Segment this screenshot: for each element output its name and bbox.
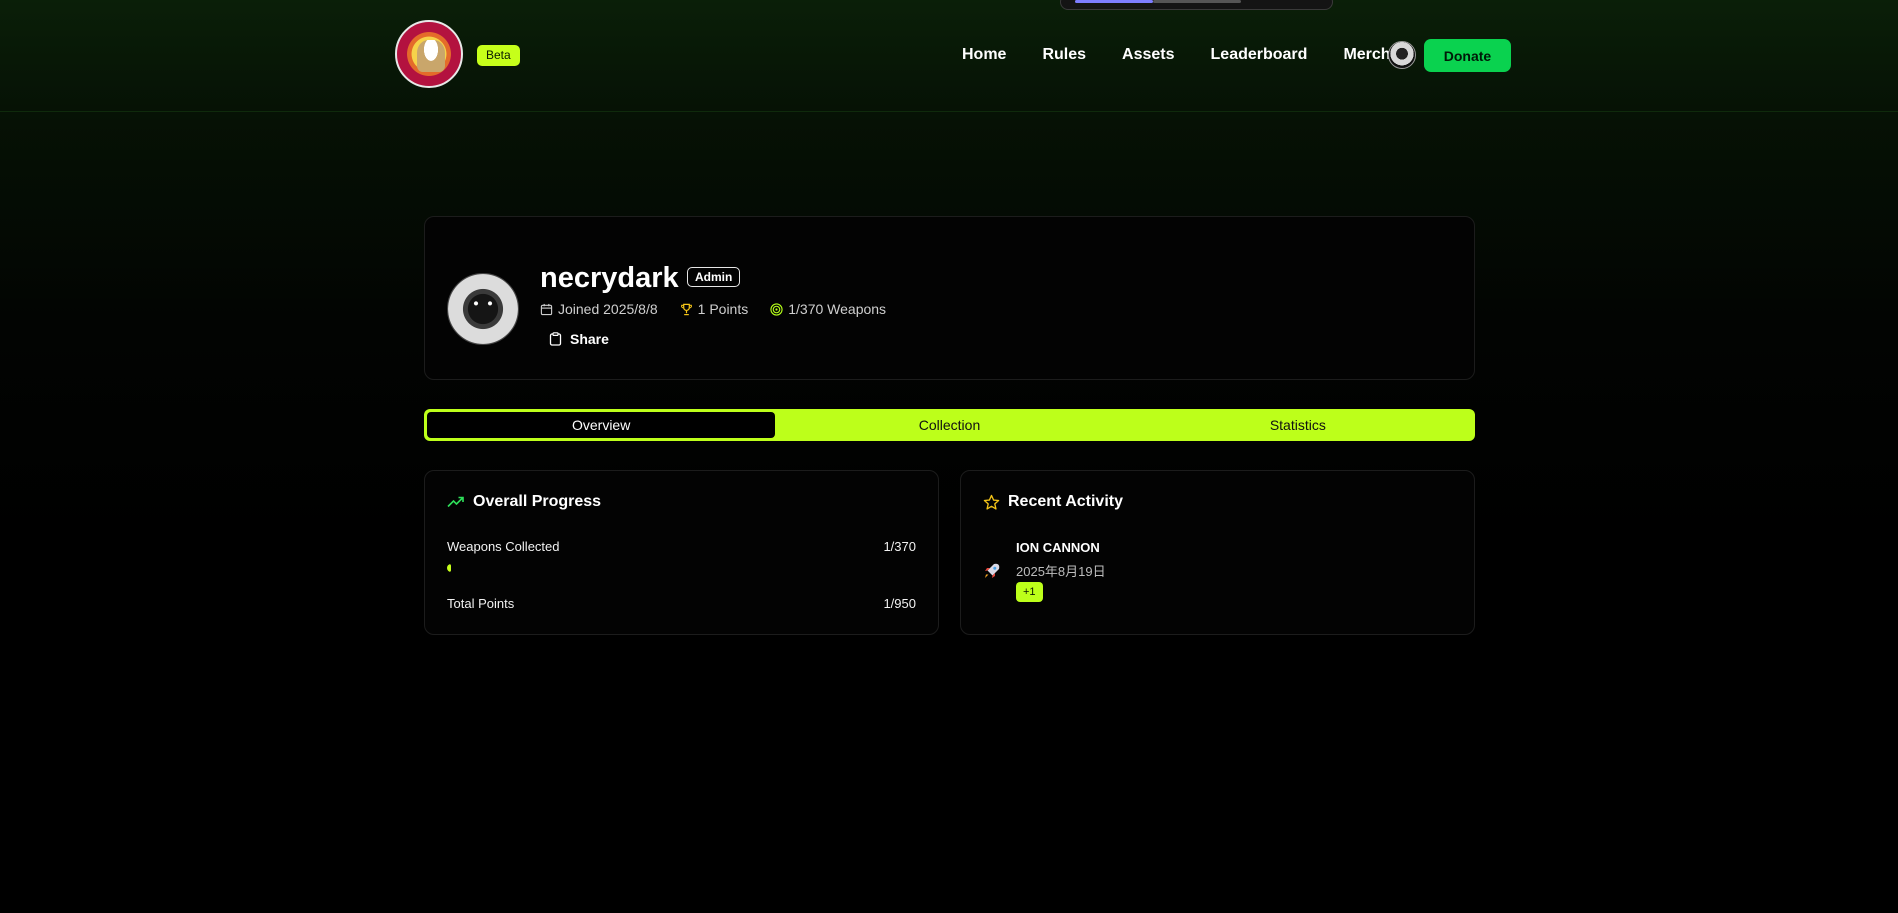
profile-tabs: Overview Collection Statistics: [424, 409, 1475, 441]
donate-button[interactable]: Donate: [1424, 39, 1511, 72]
role-badge: Admin: [687, 267, 741, 287]
activity-title: Recent Activity: [983, 493, 1123, 511]
nav-leaderboard[interactable]: Leaderboard: [1211, 44, 1308, 66]
tab-overview[interactable]: Overview: [427, 412, 776, 438]
username: necrydark: [540, 262, 679, 294]
calendar-icon: [540, 303, 553, 315]
nav-merch[interactable]: Merch: [1343, 44, 1390, 66]
target-icon: [770, 302, 783, 316]
weapons-collected-row: Weapons Collected 1/370: [447, 539, 916, 554]
beta-badge: Beta: [477, 45, 520, 66]
weapons-progress-bar: [447, 564, 917, 572]
tab-collection[interactable]: Collection: [775, 412, 1123, 438]
profile-card: necrydark Admin Joined 2025/8/8 1 Points…: [424, 216, 1475, 380]
weapons-collected-label: Weapons Collected: [447, 539, 560, 554]
nav-home[interactable]: Home: [962, 44, 1006, 66]
activity-title-text: Recent Activity: [1008, 493, 1123, 510]
tab-statistics[interactable]: Statistics: [1124, 412, 1472, 438]
clipboard-icon: [549, 332, 562, 346]
profile-meta: Joined 2025/8/8 1 Points 1/370 Weapons: [540, 301, 908, 317]
site-logo[interactable]: [395, 20, 463, 88]
total-points-row: Total Points 1/950: [447, 596, 916, 611]
profile-avatar: [447, 273, 519, 345]
overall-progress-card: Overall Progress Weapons Collected 1/370…: [424, 470, 939, 635]
joined-text: Joined 2025/8/8: [558, 301, 658, 317]
share-label: Share: [570, 331, 609, 347]
star-icon: [983, 494, 1000, 510]
nav-rules[interactable]: Rules: [1042, 44, 1086, 66]
total-points-label: Total Points: [447, 596, 515, 611]
trophy-icon: [680, 303, 692, 315]
rocket-icon: [985, 563, 1000, 578]
activity-item-name: ION CANNON: [1016, 540, 1100, 555]
progress-title: Overall Progress: [447, 493, 601, 511]
recent-activity-card: Recent Activity ION CANNON 2025年8月19日 +1: [960, 470, 1475, 635]
weapons-stat: 1/370 Weapons: [770, 301, 886, 317]
logo-emblem: [417, 40, 445, 72]
user-avatar[interactable]: [1388, 41, 1416, 69]
points-text: 1 Points: [697, 301, 749, 317]
progress-title-text: Overall Progress: [473, 493, 602, 510]
share-button[interactable]: Share: [549, 331, 609, 347]
weapons-collected-value: 1/370: [883, 539, 916, 554]
main-nav: Home Rules Assets Leaderboard Merch: [962, 44, 1427, 66]
points-stat: 1 Points: [680, 301, 749, 317]
weapons-progress-fill: [447, 564, 451, 572]
activity-item-badge: +1: [1016, 582, 1043, 602]
total-points-value: 1/950: [883, 596, 916, 611]
activity-item-date: 2025年8月19日: [1016, 564, 1106, 579]
site-header: Beta Home Rules Assets Leaderboard Merch…: [0, 0, 1898, 112]
weapons-text: 1/370 Weapons: [788, 301, 887, 317]
nav-assets[interactable]: Assets: [1122, 44, 1174, 66]
joined-date: Joined 2025/8/8: [540, 301, 658, 317]
trending-up-icon: [447, 496, 464, 508]
